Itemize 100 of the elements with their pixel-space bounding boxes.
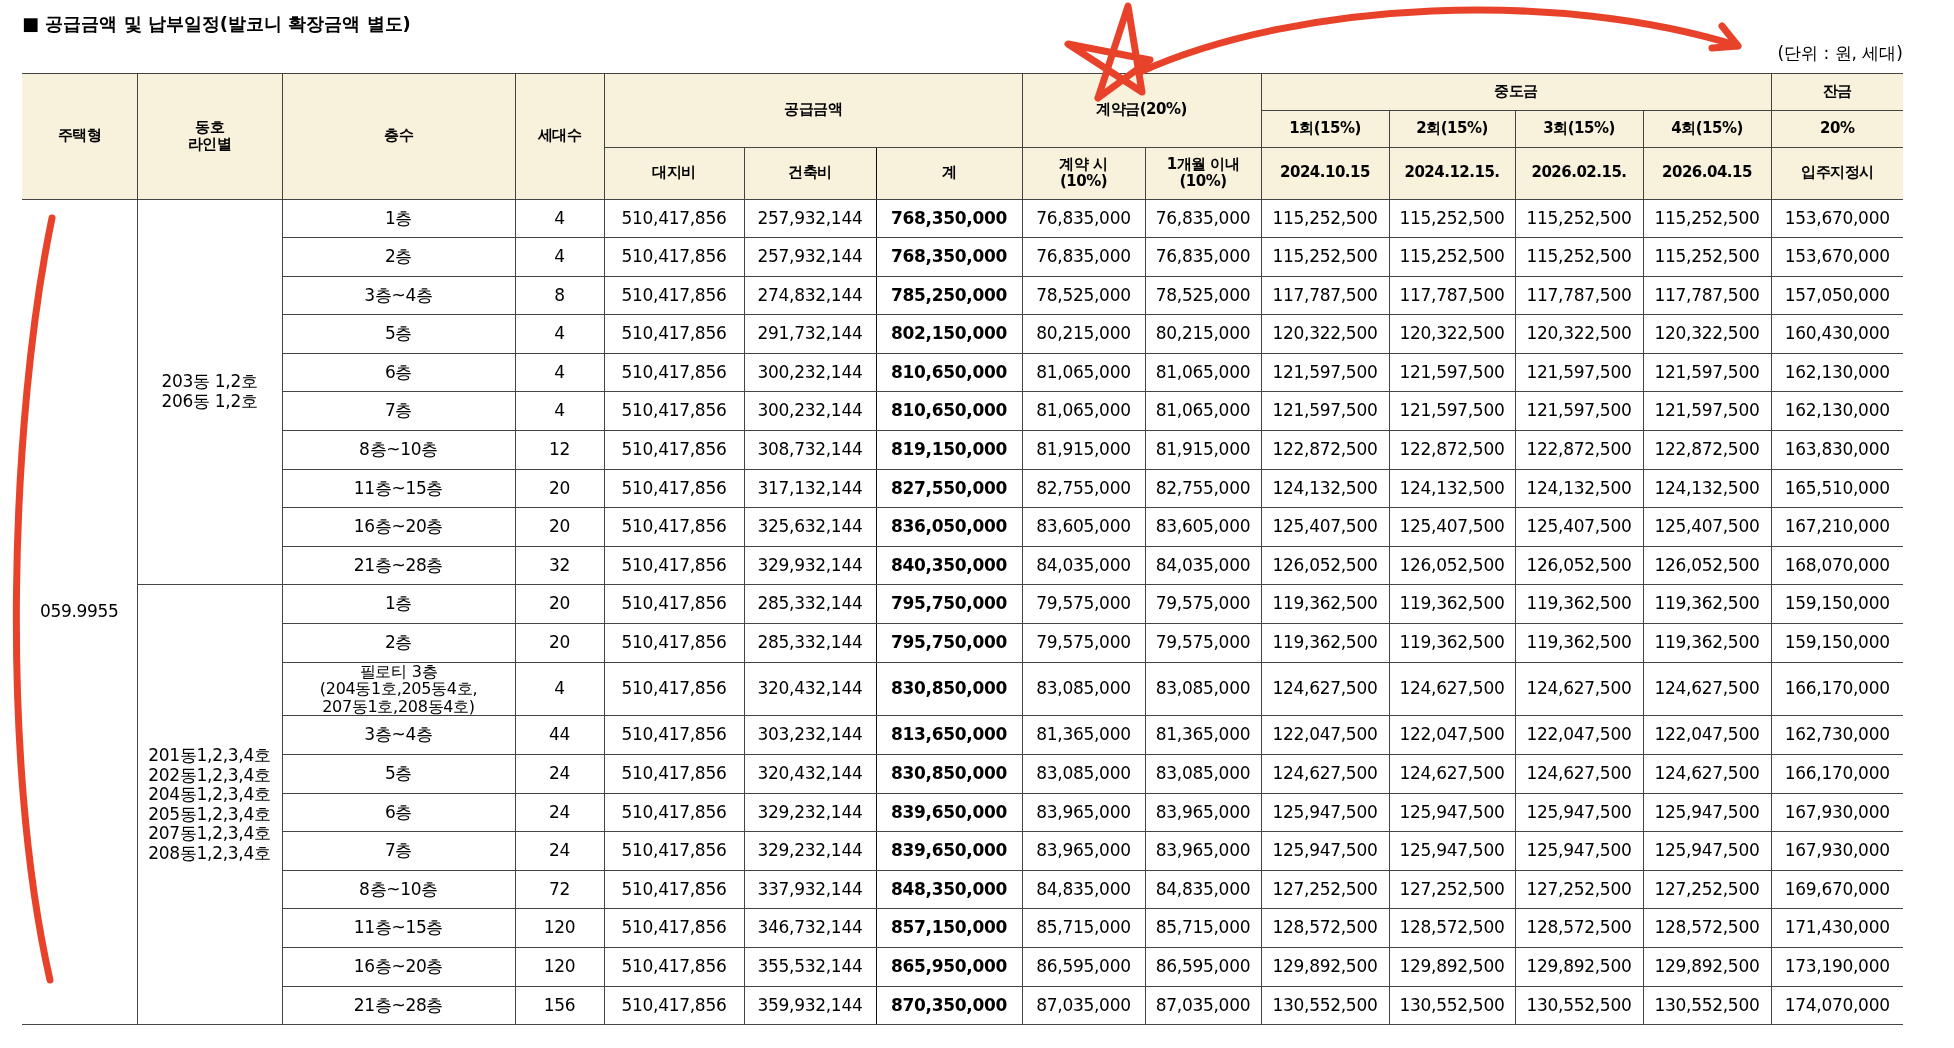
table-cell: 82,755,000	[1145, 469, 1261, 508]
table-cell: 24	[515, 793, 604, 832]
table-cell: 308,732,144	[744, 430, 876, 470]
table-cell: 121,597,500	[1261, 391, 1389, 431]
table-cell: 122,872,500	[1261, 430, 1389, 470]
table-cell: 128,572,500	[1515, 908, 1643, 948]
table-cell: 115,252,500	[1261, 237, 1389, 277]
table-cell: 510,417,856	[604, 754, 744, 794]
table-cell: 84,035,000	[1022, 546, 1145, 585]
table-cell: 129,892,500	[1261, 947, 1389, 987]
table-cell: 120	[515, 947, 604, 987]
table-cell: 83,605,000	[1145, 507, 1261, 547]
table-cell: 78,525,000	[1022, 276, 1145, 315]
table-cell: 87,035,000	[1022, 986, 1145, 1025]
table-cell: 83,085,000	[1145, 662, 1261, 716]
table-cell: 80,215,000	[1145, 314, 1261, 354]
table-cell: 119,362,500	[1261, 623, 1389, 663]
table-cell: 125,947,500	[1515, 831, 1643, 871]
table-cell: 83,965,000	[1022, 831, 1145, 871]
table-cell: 201동1,2,3,4호 202동1,2,3,4호 204동1,2,3,4호 205동1,2,3,4호 207동1,2,3,4호 208동1,2,3,4호	[137, 584, 282, 1025]
table-cell: 510,417,856	[604, 430, 744, 470]
table-cell: 4	[515, 314, 604, 354]
table-cell: 79,575,000	[1022, 584, 1145, 624]
column-header: 중도금	[1261, 73, 1771, 110]
table-cell: 83,085,000	[1022, 662, 1145, 716]
table-cell: 130,552,500	[1261, 986, 1389, 1025]
table-cell: 76,835,000	[1022, 199, 1145, 238]
table-cell: 115,252,500	[1389, 237, 1515, 277]
table-cell: 115,252,500	[1643, 237, 1771, 277]
column-header: 3회(15%)	[1515, 110, 1643, 147]
table-cell: 857,150,000	[876, 908, 1022, 948]
table-cell: 819,150,000	[876, 430, 1022, 470]
table-cell: 3층~4층	[282, 715, 515, 755]
table-cell: 291,732,144	[744, 314, 876, 354]
table-cell: 129,892,500	[1643, 947, 1771, 987]
table-cell: 12	[515, 430, 604, 470]
table-cell: 83,085,000	[1022, 754, 1145, 794]
table-cell: 79,575,000	[1145, 623, 1261, 663]
table-cell: 768,350,000	[876, 237, 1022, 277]
table-cell: 126,052,500	[1515, 546, 1643, 585]
table-cell: 119,362,500	[1389, 584, 1515, 624]
table-cell: 32	[515, 546, 604, 585]
table-cell: 320,432,144	[744, 754, 876, 794]
table-cell: 81,065,000	[1145, 353, 1261, 392]
table-cell: 059.9955	[22, 199, 137, 1025]
column-header: 층수	[282, 73, 515, 199]
table-cell: 510,417,856	[604, 276, 744, 315]
table-cell: 127,252,500	[1261, 870, 1389, 909]
table-cell: 6층	[282, 353, 515, 392]
table-cell: 839,650,000	[876, 831, 1022, 871]
table-cell: 124,627,500	[1515, 662, 1643, 716]
table-cell: 81,915,000	[1022, 430, 1145, 470]
table-cell: 274,832,144	[744, 276, 876, 315]
table-cell: 510,417,856	[604, 391, 744, 431]
table-cell: 81,065,000	[1022, 391, 1145, 431]
table-cell: 510,417,856	[604, 623, 744, 663]
table-cell: 121,597,500	[1643, 353, 1771, 392]
table-cell: 124,132,500	[1261, 469, 1389, 508]
table-cell: 117,787,500	[1261, 276, 1389, 315]
table-cell: 257,932,144	[744, 199, 876, 238]
table-cell: 121,597,500	[1515, 353, 1643, 392]
table-cell: 125,407,500	[1515, 507, 1643, 547]
table-cell: 7층	[282, 831, 515, 871]
table-cell: 510,417,856	[604, 793, 744, 832]
column-header: 동호 라인별	[137, 73, 282, 199]
table-cell: 122,047,500	[1643, 715, 1771, 755]
table-cell: 122,872,500	[1515, 430, 1643, 470]
table-cell: 24	[515, 754, 604, 794]
table-cell: 795,750,000	[876, 584, 1022, 624]
table-cell: 124,627,500	[1515, 754, 1643, 794]
table-cell: 125,407,500	[1389, 507, 1515, 547]
column-header: 잔금	[1771, 73, 1903, 110]
table-cell: 2층	[282, 623, 515, 663]
column-header: 2026.02.15.	[1515, 147, 1643, 199]
table-cell: 20	[515, 623, 604, 663]
table-cell: 72	[515, 870, 604, 909]
table-cell: 4	[515, 391, 604, 431]
column-header: 주택형	[22, 73, 137, 199]
table-cell: 839,650,000	[876, 793, 1022, 832]
table-cell: 115,252,500	[1261, 199, 1389, 238]
table-cell: 125,947,500	[1643, 793, 1771, 832]
table-cell: 124,627,500	[1643, 754, 1771, 794]
table-cell: 11층~15층	[282, 469, 515, 508]
table-cell: 81,365,000	[1145, 715, 1261, 755]
table-cell: 125,947,500	[1389, 831, 1515, 871]
table-cell: 119,362,500	[1389, 623, 1515, 663]
table-cell: 119,362,500	[1515, 623, 1643, 663]
table-cell: 810,650,000	[876, 391, 1022, 431]
column-header: 건축비	[744, 147, 876, 199]
table-cell: 87,035,000	[1145, 986, 1261, 1025]
unit-note: (단위 : 원, 세대)	[1776, 42, 1903, 65]
table-cell: 510,417,856	[604, 237, 744, 277]
table-cell: 115,252,500	[1643, 199, 1771, 238]
table-cell: 21층~28층	[282, 986, 515, 1025]
table-cell: 320,432,144	[744, 662, 876, 716]
table-cell: 82,755,000	[1022, 469, 1145, 508]
table-cell: 346,732,144	[744, 908, 876, 948]
table-cell: 83,965,000	[1145, 831, 1261, 871]
column-header: 공급금액	[604, 73, 1022, 147]
table-cell: 20	[515, 584, 604, 624]
